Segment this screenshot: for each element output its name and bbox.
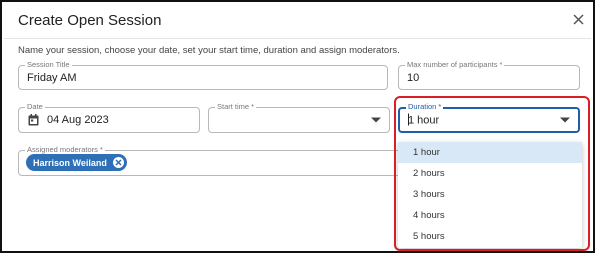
duration-label: Duration * xyxy=(406,102,444,112)
max-participants-label: Max number of participants * xyxy=(405,60,505,70)
start-time-label: Start time * xyxy=(215,102,257,112)
calendar-icon[interactable] xyxy=(28,114,39,126)
duration-options-menu: 1 hour 2 hours 3 hours 4 hours 5 hours xyxy=(398,142,582,248)
moderator-chip[interactable]: Harrison Weiland xyxy=(26,154,127,171)
date-value: 04 Aug 2023 xyxy=(47,114,109,126)
start-time-select[interactable]: Start time * xyxy=(208,102,390,133)
duration-value-text: 1 hour xyxy=(408,114,440,127)
close-icon xyxy=(572,13,584,25)
duration-value: 1 hour xyxy=(408,113,440,127)
chevron-down-icon[interactable] xyxy=(371,117,381,123)
max-participants-field[interactable]: Max number of participants * 10 xyxy=(398,60,580,90)
session-title-value: Friday AM xyxy=(27,71,77,84)
duration-option[interactable]: 1 hour xyxy=(398,142,582,163)
duration-option[interactable]: 4 hours xyxy=(398,205,582,226)
max-participants-value: 10 xyxy=(407,71,420,84)
dialog-description: Name your session, choose your date, set… xyxy=(18,45,400,56)
chevron-down-icon[interactable] xyxy=(560,117,570,123)
date-label: Date xyxy=(25,102,45,112)
duration-select[interactable]: Duration * 1 hour xyxy=(398,102,580,133)
session-title-field[interactable]: Session Title Friday AM xyxy=(18,60,388,90)
duration-option[interactable]: 5 hours xyxy=(398,226,582,247)
session-title-label: Session Title xyxy=(25,60,72,70)
duration-option[interactable]: 2 hours xyxy=(398,163,582,184)
date-field[interactable]: Date 04 Aug 2023 xyxy=(18,102,200,133)
chip-remove-icon[interactable] xyxy=(112,157,124,168)
dialog-title: Create Open Session xyxy=(18,12,162,29)
duration-option[interactable]: 3 hours xyxy=(398,184,582,205)
dialog: Create Open Session Name your session, c… xyxy=(0,0,595,253)
moderator-chip-label: Harrison Weiland xyxy=(33,157,107,168)
header-divider xyxy=(4,38,591,39)
close-button[interactable] xyxy=(569,10,587,28)
chip-remove-x xyxy=(115,159,122,166)
